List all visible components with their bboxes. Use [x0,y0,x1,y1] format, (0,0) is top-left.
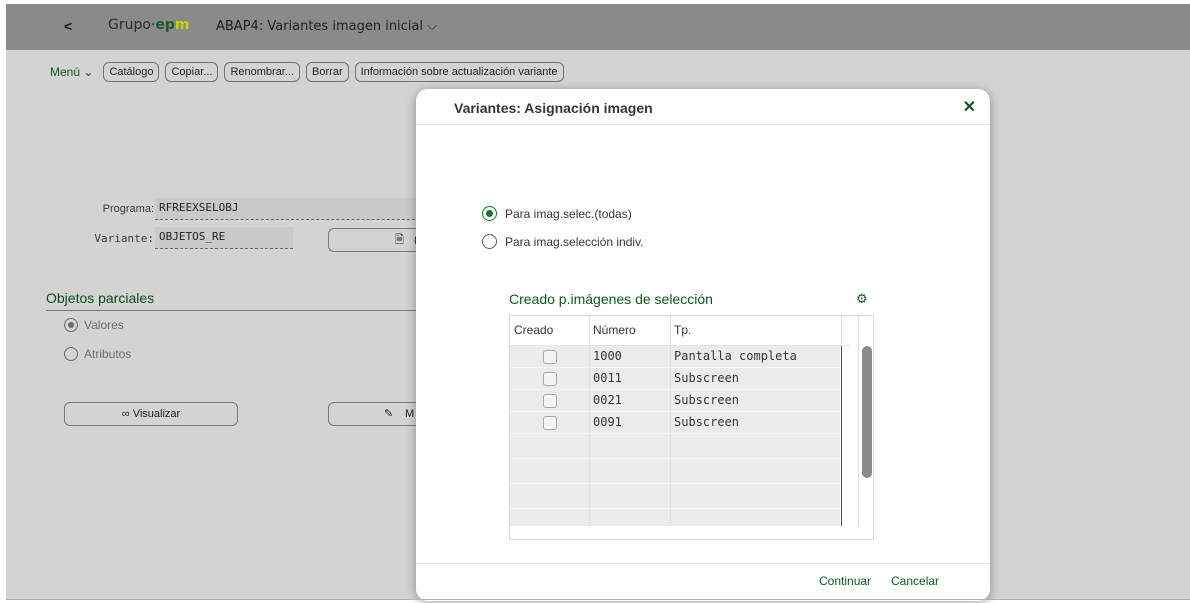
logo-prefix: Grupo· [108,17,156,33]
copiar-button[interactable]: Copiar... [165,62,219,82]
dialog-title: Variantes: Asignación imagen [454,100,653,116]
radio-valores[interactable]: Valores [64,318,124,332]
column-header-numero[interactable]: Número [593,323,636,337]
settings-gear-icon[interactable]: ⚙ [856,291,868,307]
row-checkbox[interactable] [543,372,557,386]
radio-atributos[interactable]: Atributos [64,347,131,361]
table-row[interactable]: 0011 Subscreen [510,368,840,390]
row-tp: Subscreen [674,415,740,429]
back-icon[interactable]: < [64,18,72,34]
radio-valores-label: Valores [84,318,124,332]
cancelar-button[interactable]: Cancelar [891,574,939,588]
document-icon: 🗎 [395,234,404,246]
visualizar-button[interactable]: ∞ Visualizar [64,402,238,426]
row-checkbox[interactable] [543,394,557,408]
section-divider [46,310,426,311]
table-body: 1000 Pantalla completa 0011 Subscreen 00… [510,346,840,526]
glasses-icon: ∞ [121,408,130,420]
variante-label: Variante: [94,232,154,245]
row-checkbox[interactable] [543,350,557,364]
row-numero: 1000 [593,349,622,363]
option-todas[interactable]: Para imag.selec.(todas) [482,206,632,221]
table-header: Creado Número Tp. [510,316,850,346]
app-title-dropdown[interactable]: ABAP4: Variantes imagen inicial ⌵ [216,19,437,34]
variante-action-button[interactable]: 🗎 ( [328,228,428,252]
company-logo: Grupo·epm [108,17,190,33]
row-tp: Subscreen [674,393,740,407]
selection-screens-table: Creado Número Tp. 1000 Pantalla completa… [509,315,874,540]
table-title: Creado p.imágenes de selección [509,291,713,307]
scrollbar-thumb[interactable] [862,346,872,478]
pencil-icon: ✎ [384,408,394,420]
menu-label: Menú [50,65,81,79]
programa-label: Programa: [102,203,154,215]
empty-row-divider [510,508,840,509]
row-tp: Subscreen [674,371,740,385]
column-header-tp[interactable]: Tp. [674,323,691,337]
radio-unselected-icon [482,234,497,249]
info-actualizacion-button[interactable]: Información sobre actualización variante [354,62,564,82]
column-divider [589,316,590,526]
radio-selected-icon [64,318,78,332]
app-title: ABAP4: Variantes imagen inicial [216,19,424,34]
option-indiv[interactable]: Para imag.selección indiv. [482,234,644,249]
row-numero: 0091 [593,415,622,429]
menu-button[interactable]: Menú ⌄ [50,65,93,79]
visualizar-label: Visualizar [132,408,181,420]
dialog-header: Variantes: Asignación imagen ✕ [416,89,990,125]
variantes-dialog: Variantes: Asignación imagen ✕ Para imag… [416,89,990,601]
radio-atributos-label: Atributos [84,347,132,361]
programa-field[interactable]: RFREEXSELOBJ [155,198,425,220]
borrar-button[interactable]: Borrar [306,62,349,82]
renombrar-button[interactable]: Renombrar... [224,62,301,82]
column-header-creado[interactable]: Creado [514,323,553,337]
chevron-down-icon: ⌵ [427,19,438,34]
modificar-button[interactable]: ✎ M [328,402,428,426]
table-row[interactable]: 0021 Subscreen [510,390,840,412]
variante-field[interactable]: OBJETOS_RE [155,227,293,249]
radio-selected-icon [482,206,497,221]
column-divider [841,316,842,346]
logo-brand-m: m [174,17,190,33]
toolbar: Menú ⌄ Catálogo Copiar... Renombrar... B… [50,62,564,82]
option-todas-label: Para imag.selec.(todas) [505,206,632,221]
logo-brand: ep [155,17,175,33]
table-row[interactable]: 0091 Subscreen [510,412,840,434]
close-icon[interactable]: ✕ [963,97,976,117]
row-checkbox[interactable] [543,416,557,430]
empty-row-divider [510,458,840,459]
modificar-label: M [405,408,415,420]
shell-header: < Grupo·epm ABAP4: Variantes imagen inic… [6,4,1190,50]
row-tp: Pantalla completa [674,349,797,363]
chevron-down-icon: ⌄ [83,65,94,79]
dialog-footer: Continuar Cancelar [416,563,990,601]
column-divider [841,346,842,526]
column-divider [670,316,671,526]
row-numero: 0021 [593,393,622,407]
page-bottom-border [6,599,1190,600]
option-indiv-label: Para imag.selección indiv. [505,234,644,249]
row-numero: 0011 [593,371,622,385]
empty-row-divider [510,483,840,484]
continuar-button[interactable]: Continuar [819,574,871,588]
column-divider [858,316,859,526]
table-row[interactable]: 1000 Pantalla completa [510,346,840,368]
objetos-parciales-title: Objetos parciales [46,290,155,306]
catalogo-button[interactable]: Catálogo [103,62,160,82]
radio-unselected-icon [64,347,78,361]
